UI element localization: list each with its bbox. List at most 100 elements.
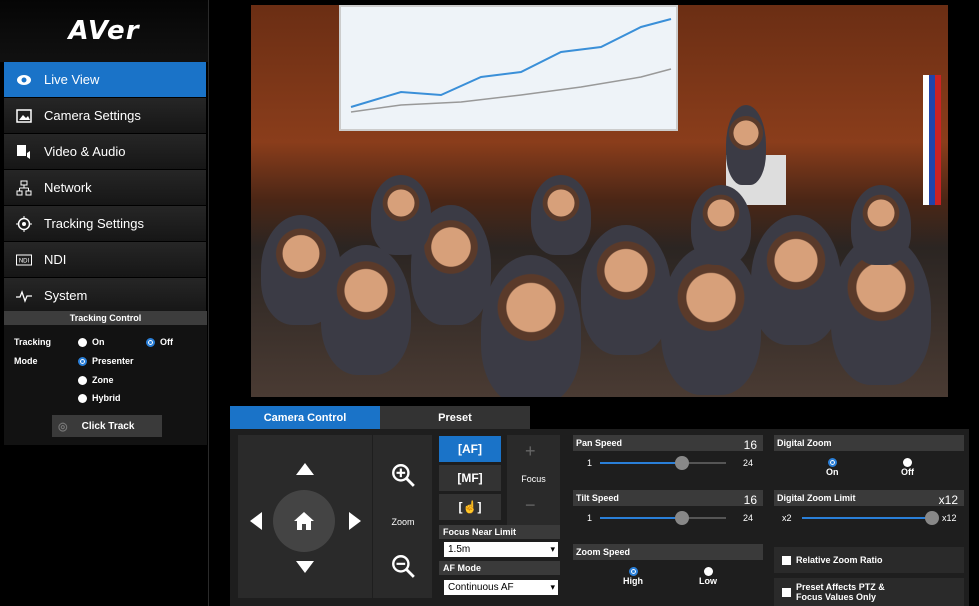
- tracking-control-title: Tracking Control: [4, 311, 207, 325]
- control-tabs: Camera Control Preset: [230, 406, 530, 429]
- mode-zone-radio[interactable]: Zone: [78, 375, 114, 386]
- tilt-speed-title: Tilt Speed 16: [573, 490, 763, 507]
- target-icon: [4, 215, 44, 232]
- focus-near-limit-select[interactable]: 1.5m ▾: [444, 542, 558, 557]
- zoom-speed-high-radio[interactable]: High: [623, 566, 643, 586]
- tracking-control-panel: Tracking Control Tracking Mode On Off Pr…: [4, 311, 207, 445]
- audience-graphic: [691, 185, 751, 265]
- af-mode-label: AF Mode: [439, 561, 560, 575]
- radio-label: Off: [901, 467, 914, 478]
- radio-label: High: [623, 576, 643, 587]
- home-button[interactable]: [273, 490, 335, 552]
- digital-zoom-limit-min: x2: [782, 513, 792, 523]
- sidebar-item-label: Live View: [44, 72, 100, 87]
- sidebar-item-label: Video & Audio: [44, 144, 126, 159]
- sidebar-item-system[interactable]: System: [4, 278, 206, 313]
- radio-label: On: [826, 467, 839, 478]
- pan-left-arrow-icon[interactable]: [250, 512, 262, 530]
- ndi-icon: NDI: [4, 252, 44, 268]
- sidebar-item-label: Camera Settings: [44, 108, 141, 123]
- radio-selected: [628, 567, 638, 577]
- pan-speed-min: 1: [587, 458, 593, 468]
- tilt-down-arrow-icon[interactable]: [296, 561, 314, 573]
- sidebar-item-label: NDI: [44, 252, 67, 267]
- pan-speed-panel: Pan Speed 16 1 24: [573, 435, 763, 475]
- tilt-speed-min: 1: [587, 513, 593, 523]
- sidebar-item-live-view[interactable]: Live View: [4, 62, 206, 97]
- tilt-speed-slider[interactable]: [600, 511, 726, 525]
- sidebar-item-tracking-settings[interactable]: Tracking Settings: [4, 206, 206, 241]
- pan-right-arrow-icon[interactable]: [349, 512, 361, 530]
- tilt-up-arrow-icon[interactable]: [296, 463, 314, 475]
- tracking-off-radio[interactable]: Off: [146, 337, 173, 348]
- image-icon: [4, 108, 44, 124]
- mode-presenter-radio[interactable]: Presenter: [78, 356, 134, 367]
- checkbox-label: Relative Zoom Ratio: [796, 555, 883, 565]
- radio-unselected: [703, 567, 713, 577]
- click-track-label: Click Track: [81, 420, 135, 432]
- select-value: 1.5m: [448, 544, 471, 555]
- zoom-speed-low-radio[interactable]: Low: [699, 566, 717, 586]
- tab-preset[interactable]: Preset: [380, 406, 530, 429]
- relative-zoom-ratio-row[interactable]: Relative Zoom Ratio: [774, 547, 964, 573]
- pan-speed-max: 24: [743, 458, 754, 468]
- mf-button[interactable]: [MF]: [439, 465, 501, 491]
- tracking-on-radio[interactable]: On: [78, 337, 105, 348]
- zoom-controls: Zoom: [372, 435, 432, 598]
- sidebar-item-label: Network: [44, 180, 92, 195]
- radio-selected: [146, 338, 155, 348]
- slider-knob[interactable]: [925, 511, 939, 525]
- pan-speed-label: Pan Speed: [576, 438, 623, 448]
- logo-text: AVer: [68, 16, 140, 46]
- sidebar-item-camera-settings[interactable]: Camera Settings: [4, 98, 206, 133]
- ptz-pad: [238, 435, 372, 598]
- digital-zoom-limit-title: Digital Zoom Limit x12: [774, 490, 964, 507]
- digital-zoom-limit-label: Digital Zoom Limit: [777, 493, 856, 503]
- click-track-button[interactable]: ◎ Click Track: [52, 415, 162, 437]
- pan-speed-slider[interactable]: [600, 456, 726, 470]
- focus-label: Focus: [521, 474, 546, 484]
- digital-zoom-limit-max: x12: [942, 513, 957, 523]
- digital-zoom-limit-slider[interactable]: [802, 511, 939, 525]
- zoom-in-icon[interactable]: [390, 462, 416, 488]
- tab-camera-control[interactable]: Camera Control: [230, 406, 380, 429]
- tilt-speed-panel: Tilt Speed 16 1 24: [573, 490, 763, 530]
- digital-zoom-off-radio[interactable]: Off: [901, 457, 914, 477]
- preset-affects-checkbox[interactable]: [782, 587, 791, 597]
- radio-unselected: [903, 458, 912, 468]
- audience-graphic: [581, 225, 671, 355]
- mode-hybrid-radio[interactable]: Hybrid: [78, 393, 121, 404]
- af-mode-select[interactable]: Continuous AF ▾: [444, 580, 558, 595]
- slider-knob[interactable]: [674, 456, 689, 470]
- focus-controls: + Focus −: [507, 435, 560, 525]
- checkbox-label: Preset Affects PTZ & Focus Values Only: [796, 582, 885, 602]
- focus-plus-icon[interactable]: +: [525, 441, 536, 462]
- zoom-out-icon[interactable]: [390, 553, 416, 579]
- flag-graphic: [923, 75, 941, 205]
- sidebar-item-network[interactable]: Network: [4, 170, 206, 205]
- audience-graphic: [531, 175, 591, 255]
- relative-zoom-ratio-checkbox[interactable]: [782, 555, 791, 565]
- presenter-graphic: [726, 105, 766, 185]
- preset-affects-row[interactable]: Preset Affects PTZ & Focus Values Only: [774, 578, 964, 606]
- audience-graphic: [661, 245, 761, 395]
- slider-fill: [600, 517, 682, 519]
- touch-focus-button[interactable]: [☝]: [439, 494, 501, 520]
- sidebar-item-video-audio[interactable]: Video & Audio: [4, 134, 206, 169]
- digital-zoom-panel: Digital Zoom On Off: [774, 435, 964, 485]
- sidebar-item-ndi[interactable]: NDI NDI: [4, 242, 206, 277]
- home-icon: [294, 512, 314, 530]
- digital-zoom-on-radio[interactable]: On: [826, 457, 839, 477]
- focus-minus-icon[interactable]: −: [525, 495, 536, 516]
- focus-near-limit-label: Focus Near Limit: [439, 525, 560, 539]
- screen-chart-graphic: [350, 18, 672, 113]
- slider-knob[interactable]: [674, 511, 689, 525]
- af-button[interactable]: [AF]: [439, 436, 501, 462]
- mode-label: Mode: [14, 356, 38, 366]
- radio-selected: [78, 357, 87, 367]
- radio-label: Zone: [92, 375, 114, 385]
- sidebar-item-label: Tracking Settings: [44, 216, 144, 231]
- digital-zoom-title: Digital Zoom: [774, 435, 964, 451]
- slider-fill: [600, 462, 682, 464]
- live-video-feed[interactable]: [251, 5, 948, 397]
